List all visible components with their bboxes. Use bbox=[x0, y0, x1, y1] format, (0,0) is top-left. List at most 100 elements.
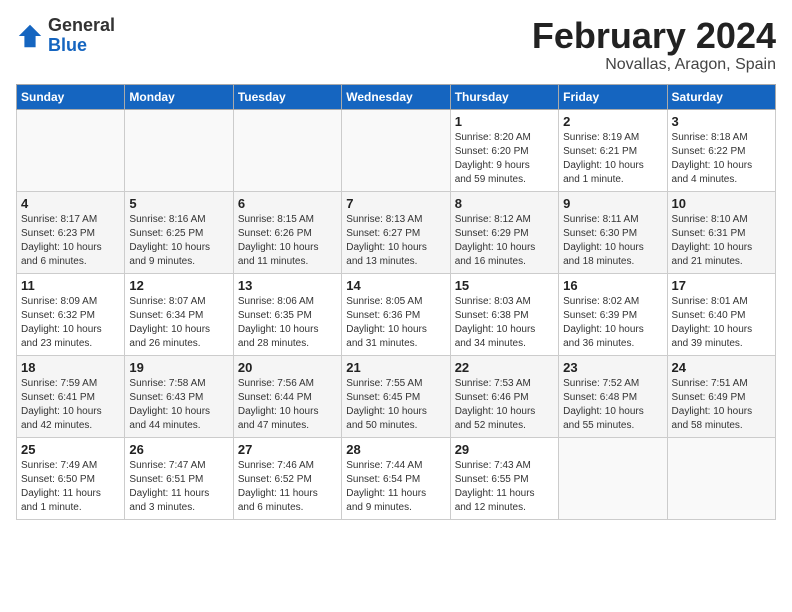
day-info: Sunrise: 7:59 AM Sunset: 6:41 PM Dayligh… bbox=[21, 377, 120, 433]
day-info: Sunrise: 7:53 AM Sunset: 6:46 PM Dayligh… bbox=[455, 377, 554, 433]
day-number: 27 bbox=[238, 442, 337, 457]
day-info: Sunrise: 8:02 AM Sunset: 6:39 PM Dayligh… bbox=[563, 295, 662, 351]
day-number: 11 bbox=[21, 278, 120, 293]
calendar-header: SundayMondayTuesdayWednesdayThursdayFrid… bbox=[17, 84, 776, 109]
calendar-cell: 13 Sunrise: 8:06 AM Sunset: 6:35 PM Dayli… bbox=[233, 273, 341, 355]
logo-general: General bbox=[48, 16, 115, 36]
calendar-cell bbox=[342, 109, 450, 191]
day-info: Sunrise: 7:56 AM Sunset: 6:44 PM Dayligh… bbox=[238, 377, 337, 433]
day-number: 18 bbox=[21, 360, 120, 375]
calendar-week-row: 4 Sunrise: 8:17 AM Sunset: 6:23 PM Daylig… bbox=[17, 191, 776, 273]
day-number: 13 bbox=[238, 278, 337, 293]
day-number: 22 bbox=[455, 360, 554, 375]
calendar-cell: 3 Sunrise: 8:18 AM Sunset: 6:22 PM Daylig… bbox=[667, 109, 775, 191]
day-number: 25 bbox=[21, 442, 120, 457]
calendar-cell: 26 Sunrise: 7:47 AM Sunset: 6:51 PM Dayli… bbox=[125, 437, 233, 519]
calendar-cell: 24 Sunrise: 7:51 AM Sunset: 6:49 PM Dayli… bbox=[667, 355, 775, 437]
calendar-body: 1 Sunrise: 8:20 AM Sunset: 6:20 PM Daylig… bbox=[17, 109, 776, 519]
day-number: 1 bbox=[455, 114, 554, 129]
calendar-table: SundayMondayTuesdayWednesdayThursdayFrid… bbox=[16, 84, 776, 520]
day-number: 9 bbox=[563, 196, 662, 211]
month-title: February 2024 bbox=[532, 16, 776, 56]
page-header: General Blue February 2024 Novallas, Ara… bbox=[16, 16, 776, 74]
day-number: 7 bbox=[346, 196, 445, 211]
calendar-week-row: 18 Sunrise: 7:59 AM Sunset: 6:41 PM Dayli… bbox=[17, 355, 776, 437]
location: Novallas, Aragon, Spain bbox=[532, 56, 776, 74]
calendar-cell bbox=[17, 109, 125, 191]
calendar-cell: 2 Sunrise: 8:19 AM Sunset: 6:21 PM Daylig… bbox=[559, 109, 667, 191]
calendar-cell: 10Sunrise: 8:10 AM Sunset: 6:31 PM Dayli… bbox=[667, 191, 775, 273]
calendar-cell: 23 Sunrise: 7:52 AM Sunset: 6:48 PM Dayli… bbox=[559, 355, 667, 437]
day-info: Sunrise: 7:58 AM Sunset: 6:43 PM Dayligh… bbox=[129, 377, 228, 433]
calendar-cell: 8 Sunrise: 8:12 AM Sunset: 6:29 PM Daylig… bbox=[450, 191, 558, 273]
day-info: Sunrise: 8:05 AM Sunset: 6:36 PM Dayligh… bbox=[346, 295, 445, 351]
calendar-week-row: 11 Sunrise: 8:09 AM Sunset: 6:32 PM Dayli… bbox=[17, 273, 776, 355]
weekday-header: Sunday bbox=[17, 84, 125, 109]
day-number: 26 bbox=[129, 442, 228, 457]
day-number: 29 bbox=[455, 442, 554, 457]
day-info: Sunrise: 7:44 AM Sunset: 6:54 PM Dayligh… bbox=[346, 459, 445, 515]
calendar-cell bbox=[125, 109, 233, 191]
calendar-cell: 14 Sunrise: 8:05 AM Sunset: 6:36 PM Dayli… bbox=[342, 273, 450, 355]
day-number: 3 bbox=[672, 114, 771, 129]
calendar-cell: 15Sunrise: 8:03 AM Sunset: 6:38 PM Dayli… bbox=[450, 273, 558, 355]
day-number: 20 bbox=[238, 360, 337, 375]
calendar-week-row: 1 Sunrise: 8:20 AM Sunset: 6:20 PM Daylig… bbox=[17, 109, 776, 191]
calendar-cell bbox=[559, 437, 667, 519]
day-info: Sunrise: 8:20 AM Sunset: 6:20 PM Dayligh… bbox=[455, 131, 554, 187]
day-number: 16 bbox=[563, 278, 662, 293]
calendar-cell: 5Sunrise: 8:16 AM Sunset: 6:25 PM Daylig… bbox=[125, 191, 233, 273]
calendar-cell: 25 Sunrise: 7:49 AM Sunset: 6:50 PM Dayli… bbox=[17, 437, 125, 519]
day-number: 21 bbox=[346, 360, 445, 375]
day-info: Sunrise: 7:55 AM Sunset: 6:45 PM Dayligh… bbox=[346, 377, 445, 433]
weekday-header: Saturday bbox=[667, 84, 775, 109]
day-info: Sunrise: 7:43 AM Sunset: 6:55 PM Dayligh… bbox=[455, 459, 554, 515]
calendar-cell: 20 Sunrise: 7:56 AM Sunset: 6:44 PM Dayli… bbox=[233, 355, 341, 437]
logo-icon bbox=[16, 22, 44, 50]
day-info: Sunrise: 8:19 AM Sunset: 6:21 PM Dayligh… bbox=[563, 131, 662, 187]
day-info: Sunrise: 7:47 AM Sunset: 6:51 PM Dayligh… bbox=[129, 459, 228, 515]
day-number: 28 bbox=[346, 442, 445, 457]
day-info: Sunrise: 7:49 AM Sunset: 6:50 PM Dayligh… bbox=[21, 459, 120, 515]
calendar-cell: 11 Sunrise: 8:09 AM Sunset: 6:32 PM Dayli… bbox=[17, 273, 125, 355]
calendar-cell bbox=[667, 437, 775, 519]
logo-text: General Blue bbox=[48, 16, 115, 56]
calendar-cell: 9 Sunrise: 8:11 AM Sunset: 6:30 PM Daylig… bbox=[559, 191, 667, 273]
calendar-cell: 28 Sunrise: 7:44 AM Sunset: 6:54 PM Dayli… bbox=[342, 437, 450, 519]
calendar-cell: 21 Sunrise: 7:55 AM Sunset: 6:45 PM Dayli… bbox=[342, 355, 450, 437]
day-info: Sunrise: 8:07 AM Sunset: 6:34 PM Dayligh… bbox=[129, 295, 228, 351]
day-number: 14 bbox=[346, 278, 445, 293]
day-info: Sunrise: 8:06 AM Sunset: 6:35 PM Dayligh… bbox=[238, 295, 337, 351]
title-block: February 2024 Novallas, Aragon, Spain bbox=[532, 16, 776, 74]
day-info: Sunrise: 8:09 AM Sunset: 6:32 PM Dayligh… bbox=[21, 295, 120, 351]
calendar-cell: 6Sunrise: 8:15 AM Sunset: 6:26 PM Daylig… bbox=[233, 191, 341, 273]
day-info: Sunrise: 7:46 AM Sunset: 6:52 PM Dayligh… bbox=[238, 459, 337, 515]
weekday-header: Wednesday bbox=[342, 84, 450, 109]
day-info: Sunrise: 8:17 AM Sunset: 6:23 PM Dayligh… bbox=[21, 213, 120, 269]
calendar-cell: 7 Sunrise: 8:13 AM Sunset: 6:27 PM Daylig… bbox=[342, 191, 450, 273]
weekday-header: Friday bbox=[559, 84, 667, 109]
day-info: Sunrise: 8:10 AM Sunset: 6:31 PM Dayligh… bbox=[672, 213, 771, 269]
day-number: 2 bbox=[563, 114, 662, 129]
day-number: 23 bbox=[563, 360, 662, 375]
day-number: 4 bbox=[21, 196, 120, 211]
calendar-cell: 1 Sunrise: 8:20 AM Sunset: 6:20 PM Daylig… bbox=[450, 109, 558, 191]
calendar-cell: 4 Sunrise: 8:17 AM Sunset: 6:23 PM Daylig… bbox=[17, 191, 125, 273]
calendar-cell: 17Sunrise: 8:01 AM Sunset: 6:40 PM Dayli… bbox=[667, 273, 775, 355]
day-number: 8 bbox=[455, 196, 554, 211]
day-info: Sunrise: 8:12 AM Sunset: 6:29 PM Dayligh… bbox=[455, 213, 554, 269]
day-number: 15 bbox=[455, 278, 554, 293]
calendar-cell: 27 Sunrise: 7:46 AM Sunset: 6:52 PM Dayli… bbox=[233, 437, 341, 519]
calendar-cell: 19Sunrise: 7:58 AM Sunset: 6:43 PM Dayli… bbox=[125, 355, 233, 437]
calendar-cell: 29 Sunrise: 7:43 AM Sunset: 6:55 PM Dayli… bbox=[450, 437, 558, 519]
day-info: Sunrise: 8:01 AM Sunset: 6:40 PM Dayligh… bbox=[672, 295, 771, 351]
day-info: Sunrise: 8:11 AM Sunset: 6:30 PM Dayligh… bbox=[563, 213, 662, 269]
calendar-cell: 12Sunrise: 8:07 AM Sunset: 6:34 PM Dayli… bbox=[125, 273, 233, 355]
day-info: Sunrise: 8:13 AM Sunset: 6:27 PM Dayligh… bbox=[346, 213, 445, 269]
day-number: 24 bbox=[672, 360, 771, 375]
day-info: Sunrise: 7:51 AM Sunset: 6:49 PM Dayligh… bbox=[672, 377, 771, 433]
day-info: Sunrise: 8:18 AM Sunset: 6:22 PM Dayligh… bbox=[672, 131, 771, 187]
logo-blue: Blue bbox=[48, 36, 115, 56]
weekday-header: Monday bbox=[125, 84, 233, 109]
day-info: Sunrise: 7:52 AM Sunset: 6:48 PM Dayligh… bbox=[563, 377, 662, 433]
